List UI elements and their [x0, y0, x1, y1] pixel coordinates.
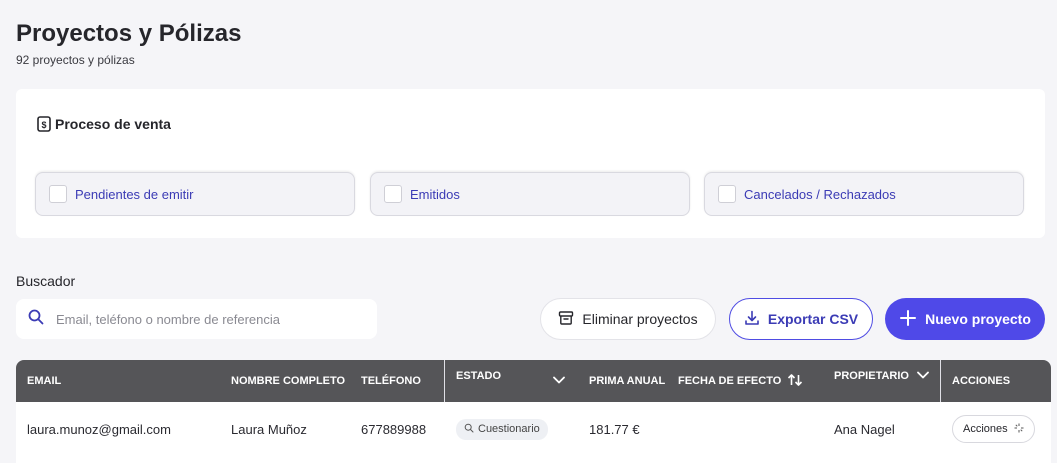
- search-label: Buscador: [16, 273, 76, 289]
- column-effective-date[interactable]: FECHA DE EFECTO: [678, 360, 803, 402]
- delete-projects-label: Eliminar proyectos: [582, 311, 698, 327]
- column-phone: TELÉFONO: [361, 375, 421, 387]
- column-status-label: ESTADO: [456, 370, 502, 382]
- actions-button-label: Acciones: [963, 423, 1008, 435]
- search-input[interactable]: [56, 311, 356, 327]
- status-filter-chevron-icon[interactable]: [553, 359, 565, 401]
- row-email: laura.munoz@gmail.com: [27, 421, 171, 437]
- magnifier-icon: [464, 423, 474, 436]
- owner-filter-chevron-icon[interactable]: [917, 370, 929, 382]
- column-full-name: NOMBRE COMPLETO: [231, 375, 346, 387]
- row-owner: Ana Nagel: [834, 421, 895, 437]
- sales-process-title: Proceso de venta: [55, 116, 171, 132]
- receipt-dollar-icon: $: [37, 116, 51, 132]
- column-owner[interactable]: PROPIETARIO: [834, 355, 929, 397]
- filter-pending[interactable]: Pendientes de emitir: [35, 172, 355, 216]
- page-subtitle: 92 proyectos y pólizas: [16, 53, 135, 67]
- svg-text:$: $: [41, 120, 46, 130]
- sort-icon[interactable]: [787, 373, 803, 390]
- plus-icon: [899, 309, 917, 330]
- column-status[interactable]: ESTADO: [456, 355, 501, 397]
- new-project-label: Nuevo proyecto: [925, 311, 1031, 327]
- archive-icon: [558, 310, 574, 329]
- filter-issued-checkbox[interactable]: [384, 185, 402, 203]
- row-actions: Acciones: [952, 402, 1035, 456]
- row-status: Cuestionario: [456, 402, 548, 456]
- download-icon: [744, 310, 760, 329]
- table-row[interactable]: laura.munoz@gmail.com Laura Muñoz 677889…: [16, 402, 1051, 463]
- column-owner-label: PROPIETARIO: [834, 370, 909, 382]
- page-title: Proyectos y Pólizas: [16, 20, 242, 47]
- filter-issued[interactable]: Emitidos: [370, 172, 690, 216]
- status-badge-label: Cuestionario: [478, 423, 540, 435]
- export-csv-button[interactable]: Exportar CSV: [729, 298, 873, 340]
- filter-cancelled-label: Cancelados / Rechazados: [744, 186, 896, 202]
- column-email: EMAIL: [27, 375, 62, 387]
- column-effective-date-label: FECHA DE EFECTO: [678, 375, 782, 387]
- status-badge: Cuestionario: [456, 418, 548, 440]
- filter-issued-label: Emitidos: [410, 186, 460, 202]
- filter-cancelled[interactable]: Cancelados / Rechazados: [704, 172, 1024, 216]
- row-premium: 181.77 €: [589, 421, 640, 437]
- filter-cancelled-checkbox[interactable]: [718, 185, 736, 203]
- sales-process-card: $ Proceso de venta Pendientes de emitir …: [16, 89, 1045, 238]
- table-header: EMAIL NOMBRE COMPLETO TELÉFONO ESTADO PR…: [16, 360, 1051, 402]
- filter-pending-label: Pendientes de emitir: [75, 186, 194, 202]
- new-project-button[interactable]: Nuevo proyecto: [885, 298, 1045, 340]
- actions-button[interactable]: Acciones: [952, 415, 1035, 443]
- export-csv-label: Exportar CSV: [767, 311, 859, 327]
- sparkle-icon: [1014, 423, 1024, 436]
- column-annual-premium: PRIMA ANUAL: [589, 375, 666, 387]
- column-actions: ACCIONES: [952, 375, 1011, 387]
- search-box: [16, 299, 377, 339]
- sales-process-header: $ Proceso de venta: [37, 116, 171, 132]
- filter-pending-checkbox[interactable]: [49, 185, 67, 203]
- search-icon: [28, 309, 44, 330]
- delete-projects-button[interactable]: Eliminar proyectos: [540, 298, 716, 340]
- row-name: Laura Muñoz: [231, 421, 307, 437]
- row-phone: 677889988: [361, 421, 427, 437]
